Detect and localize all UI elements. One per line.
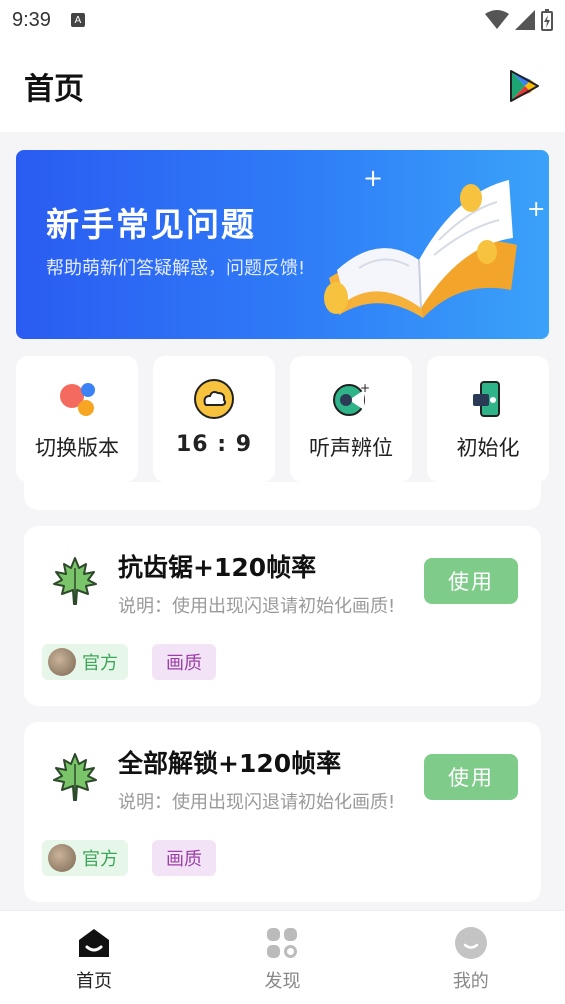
reset-icon xyxy=(473,381,500,417)
official-tag: 官方 xyxy=(42,840,128,876)
status-bar: 9:39 A xyxy=(0,0,565,40)
use-button[interactable]: 使用 xyxy=(424,754,518,800)
app-bar: 首页 xyxy=(0,40,565,132)
maple-leaf-icon xyxy=(53,557,97,605)
item-description: 说明：使用出现闪退请初始化画质! xyxy=(118,792,396,813)
item-card: 全部解锁+120帧率 说明：使用出现闪退请初始化画质! 使用 官方 画质 xyxy=(24,722,541,902)
svg-text:+: + xyxy=(360,381,370,395)
quick-label: 初始化 xyxy=(456,436,520,460)
status-icons xyxy=(485,9,553,31)
quick-actions: 切换版本 16 : 9 + 听声辨位 初始化 xyxy=(16,356,549,482)
sound-locate-card[interactable]: + 听声辨位 xyxy=(290,356,412,482)
play-store-icon[interactable] xyxy=(507,69,541,103)
open-book-icon: + + xyxy=(324,164,545,318)
use-button[interactable]: 使用 xyxy=(424,558,518,604)
aspect-ratio-card[interactable]: 16 : 9 xyxy=(153,356,275,482)
wifi-icon xyxy=(485,10,509,29)
notification-a-icon: A xyxy=(70,13,85,27)
quick-label: 16 : 9 xyxy=(175,432,253,457)
nav-label: 发现 xyxy=(264,971,301,992)
partial-item-card xyxy=(24,482,541,510)
nav-label: 首页 xyxy=(76,971,113,992)
nav-discover[interactable]: 发现 xyxy=(222,925,342,993)
item-description: 说明：使用出现闪退请初始化画质! xyxy=(118,596,396,617)
nav-home[interactable]: 首页 xyxy=(34,925,154,993)
official-tag-label: 官方 xyxy=(82,653,118,674)
official-tag: 官方 xyxy=(42,644,128,680)
quick-label: 听声辨位 xyxy=(309,436,393,460)
item-title: 全部解锁+120帧率 xyxy=(118,749,342,778)
item-title: 抗齿锯+120帧率 xyxy=(118,553,317,582)
svg-text:+: + xyxy=(527,197,545,222)
quality-tag: 画质 xyxy=(152,840,216,876)
bottom-nav: 首页 发现 我的 xyxy=(0,910,565,1004)
quick-label: 切换版本 xyxy=(35,436,119,460)
quality-tag: 画质 xyxy=(152,644,216,680)
reset-card[interactable]: 初始化 xyxy=(427,356,549,482)
cloud-icon xyxy=(194,379,234,419)
sound-locate-icon: + xyxy=(333,381,370,416)
status-time: 9:39 xyxy=(12,8,51,31)
item-card: 抗齿锯+120帧率 说明：使用出现闪退请初始化画质! 使用 官方 画质 xyxy=(24,526,541,706)
maple-leaf-icon xyxy=(53,753,97,801)
profile-icon xyxy=(454,927,487,959)
switch-version-icon xyxy=(60,383,95,416)
signal-icon xyxy=(515,10,535,30)
faq-banner[interactable]: 新手常见问题 帮助萌新们答疑解惑，问题反馈! + + xyxy=(16,150,549,339)
nav-profile[interactable]: 我的 xyxy=(411,925,531,993)
official-tag-label: 官方 xyxy=(82,849,118,870)
nav-label: 我的 xyxy=(452,971,489,992)
banner-subtitle: 帮助萌新们答疑解惑，问题反馈! xyxy=(46,258,306,279)
avatar xyxy=(48,844,76,872)
svg-text:+: + xyxy=(363,164,383,192)
banner-title: 新手常见问题 xyxy=(46,205,256,244)
avatar xyxy=(48,648,76,676)
home-icon xyxy=(79,929,110,957)
discover-icon xyxy=(267,928,298,958)
page-title: 首页 xyxy=(24,72,84,107)
battery-icon xyxy=(541,9,553,31)
switch-version-card[interactable]: 切换版本 xyxy=(16,356,138,482)
